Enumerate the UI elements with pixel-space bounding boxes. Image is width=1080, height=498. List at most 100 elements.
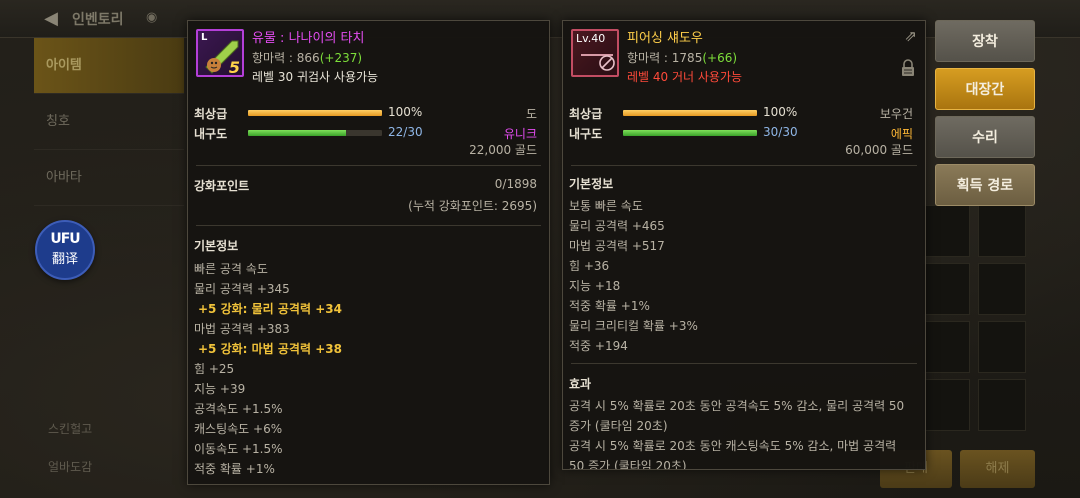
power-text: 항마력 : 1785	[627, 51, 703, 65]
divider	[196, 225, 541, 226]
inventory-title: 인벤토리	[72, 12, 124, 28]
enhance-bonus-line: +5 강화: 물리 공격력 +34	[198, 302, 342, 316]
item-header: Lv.40 피어싱 섀도우 항마력 : 1785(+66) 레벨 40 거너 사…	[563, 21, 925, 91]
inventory-slot[interactable]	[922, 263, 970, 315]
enhance-points-title: 강화포인트	[194, 179, 250, 193]
lock-icon[interactable]	[901, 59, 915, 77]
bg-bottom-item[interactable]: 얼바도감	[48, 458, 92, 475]
grade-bar	[248, 110, 382, 116]
item-tooltip-right: Lv.40 피어싱 섀도우 항마력 : 1785(+66) 레벨 40 거너 사…	[562, 20, 926, 470]
grade-block: 최상급 100% 도 내구도 22/30 유니크 22,000 골드	[188, 103, 549, 157]
effect-list: 공격 시 5% 확률로 20초 동안 공격속도 5% 감소, 물리 공격력 50…	[569, 396, 915, 470]
stat-line: 보통 빠른 속도	[569, 199, 643, 213]
power-bonus: (+237)	[319, 51, 363, 65]
item-requirement: 레벨 30 귀검사 사용가능	[252, 70, 379, 84]
durability-value: 22/30	[388, 125, 423, 139]
item-header: L 5 유물 : 나나이의 타치 항마력 : 866(+237) 레벨 30 귀…	[188, 21, 549, 91]
stat-line: 적중 확률 +1%	[194, 462, 275, 476]
item-power: 항마력 : 1785(+66)	[627, 49, 737, 66]
inventory-slot[interactable]	[978, 379, 1026, 431]
rarity-label: 에픽	[890, 127, 913, 141]
tab-avatar[interactable]: 아바타	[34, 150, 184, 206]
power-text: 항마력 : 866	[252, 51, 320, 65]
inventory-slot[interactable]	[978, 321, 1026, 373]
basic-info-list: 보통 빠른 속도물리 공격력 +465 마법 공격력 +517 힘 +36 지능 +1…	[569, 196, 915, 356]
icon-enhance-number: 5	[228, 58, 240, 77]
item-tooltip-left: L 5 유물 : 나나이의 타치 항마력 : 866(+237) 레벨 30 귀…	[187, 20, 550, 485]
grade-label: 최상급	[569, 107, 603, 121]
weapon-type: 도	[525, 107, 537, 121]
stat-line: 물리 크리티컬 확률 +3%	[569, 319, 698, 333]
stat-line: 힘 +36	[569, 259, 610, 273]
bowgun-item-icon: Lv.40	[571, 29, 619, 77]
basic-info-title: 기본정보	[194, 239, 239, 253]
effect-title: 효과	[569, 377, 592, 391]
stat-line: 캐스팅속도 +6%	[194, 422, 283, 436]
inventory-slot[interactable]	[922, 379, 970, 431]
effect-line: 공격 시 5% 확률로 20초 동안 공격속도 5% 감소, 물리 공격력 50…	[569, 399, 905, 433]
tab-titles[interactable]: 칭호	[34, 94, 184, 150]
item-price: 22,000 골드	[469, 143, 537, 157]
grade-label: 최상급	[194, 107, 228, 121]
durability-bar-fill	[623, 130, 757, 136]
rarity-label: 유니크	[503, 127, 537, 141]
grade-block: 최상급 100% 보우건 내구도 30/30 에픽 60,000 골드	[563, 103, 925, 157]
share-icon[interactable]: ⇗	[904, 27, 917, 45]
grade-bar	[623, 110, 757, 116]
effect-line: 공격 시 5% 확률로 20초 동안 캐스팅속도 5% 감소, 마법 공격력 5…	[569, 439, 897, 470]
grade-percent: 100%	[388, 105, 423, 119]
inventory-slot[interactable]	[922, 321, 970, 373]
grade-percent: 100%	[763, 105, 798, 119]
enhance-points-accum: (누적 강화포인트: 2695)	[408, 199, 537, 213]
stat-line: 지능 +18	[569, 279, 621, 293]
enhance-bonus-line: +5 강화: 마법 공격력 +38	[198, 342, 342, 356]
stat-line: 물리 공격력 +465	[569, 219, 665, 233]
inventory-tabs: 아이템 칭호 아바타	[34, 38, 184, 206]
grade-bar-fill	[623, 110, 757, 116]
stat-line: 적중 +194	[569, 339, 628, 353]
power-bonus: (+66)	[702, 51, 738, 65]
enhance-points-value: 0/1898	[494, 177, 537, 191]
stat-line: 지능 +39	[194, 382, 246, 396]
translate-logo: UFU	[50, 231, 80, 247]
grade-row: 최상급 100% 보우건	[563, 103, 925, 123]
stat-line: 힘 +25	[194, 362, 235, 376]
durability-bar-fill	[248, 130, 347, 136]
equip-button[interactable]: 장착	[935, 20, 1035, 62]
weapon-type: 보우건	[879, 107, 913, 121]
divider	[196, 165, 541, 166]
eye-icon[interactable]: ◉	[146, 10, 157, 25]
durability-label: 내구도	[569, 127, 603, 141]
stat-line: 이동속도 +1.5%	[194, 442, 283, 456]
durability-bar	[623, 130, 757, 136]
stat-line: 물리 공격력 +345	[194, 282, 290, 296]
acquire-path-button[interactable]: 획득 경로	[935, 164, 1035, 206]
back-arrow-icon[interactable]: ◀	[40, 8, 62, 30]
inventory-slot[interactable]	[978, 205, 1026, 257]
inventory-slot[interactable]	[978, 263, 1026, 315]
bg-bottom-item[interactable]: 스킨헐고	[48, 420, 92, 437]
durability-label: 내구도	[194, 127, 228, 141]
stat-line: 마법 공격력 +517	[569, 239, 665, 253]
translate-badge[interactable]: UFU 翻译	[35, 220, 95, 280]
basic-info-title: 기본정보	[569, 177, 614, 191]
durability-row: 내구도 22/30 유니크	[188, 123, 549, 143]
stat-line: 빠른 공격 속도	[194, 262, 268, 276]
basic-info-list: 빠른 공격 속도 물리 공격력 +345 +5 강화: 물리 공격력 +34 마법 공…	[194, 259, 539, 479]
divider	[571, 165, 917, 166]
unequip-button[interactable]: 해제	[960, 450, 1035, 488]
item-name: 피어싱 섀도우	[627, 31, 703, 46]
inventory-slot[interactable]	[922, 205, 970, 257]
item-price: 60,000 골드	[845, 143, 913, 157]
blacksmith-button[interactable]: 대장간	[935, 68, 1035, 110]
translate-label: 翻译	[51, 252, 78, 267]
durability-bar	[248, 130, 382, 136]
repair-button[interactable]: 수리	[935, 116, 1035, 158]
stat-line: 공격속도 +1.5%	[194, 402, 283, 416]
durability-value: 30/30	[763, 125, 798, 139]
grade-bar-fill	[248, 110, 382, 116]
tab-items[interactable]: 아이템	[34, 38, 184, 94]
divider	[571, 363, 917, 364]
stat-line: 적중 확률 +1%	[569, 299, 650, 313]
durability-row: 내구도 30/30 에픽	[563, 123, 925, 143]
